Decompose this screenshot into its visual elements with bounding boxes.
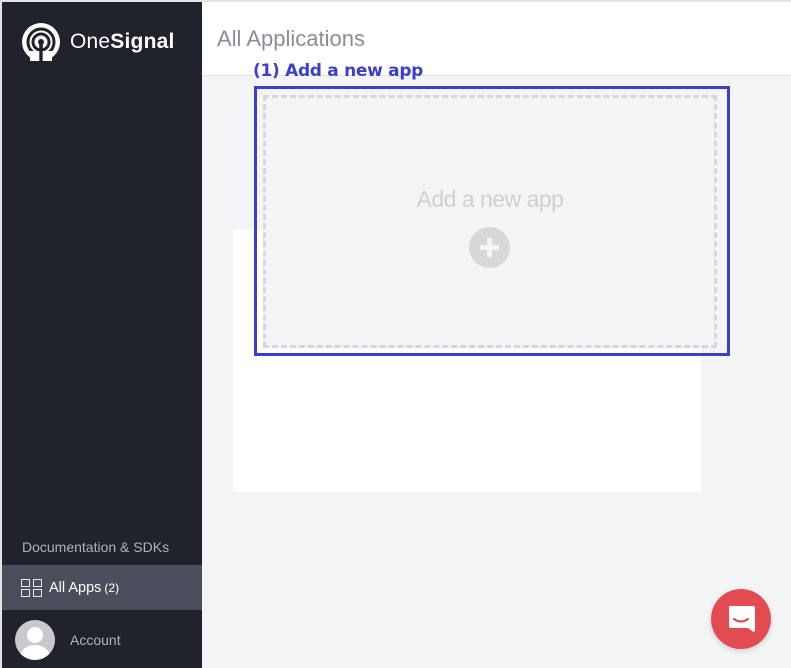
sidebar-item-account[interactable]: Account <box>2 614 202 666</box>
apps-count: (2) <box>104 580 120 595</box>
onesignal-logo-icon <box>22 23 60 61</box>
sidebar-item-all-apps[interactable]: All Apps (2) <box>2 565 202 610</box>
main-content: All Applications (1) Add a new app Add a… <box>202 2 791 668</box>
grid-icon <box>21 578 42 597</box>
page-title: All Applications <box>217 26 365 51</box>
sidebar: OneSignal Documentation & SDKs All Apps … <box>2 2 202 668</box>
user-avatar-icon <box>15 620 55 660</box>
brand-name-regular: One <box>70 30 111 53</box>
add-new-app-button[interactable]: Add a new app <box>263 95 717 348</box>
sidebar-item-label: All Apps <box>49 579 102 596</box>
brand-name-bold: Signal <box>110 30 175 53</box>
chat-icon <box>729 606 755 632</box>
annotation-label: (1) Add a new app <box>253 61 424 81</box>
documentation-link[interactable]: Documentation & SDKs <box>22 539 169 555</box>
brand-name: OneSignal <box>70 30 175 54</box>
add-new-app-label: Add a new app <box>416 186 564 212</box>
plus-circle-icon <box>469 227 510 268</box>
brand-logo[interactable]: OneSignal <box>22 23 175 61</box>
account-label: Account <box>70 632 121 648</box>
chat-widget-button[interactable] <box>711 589 771 649</box>
